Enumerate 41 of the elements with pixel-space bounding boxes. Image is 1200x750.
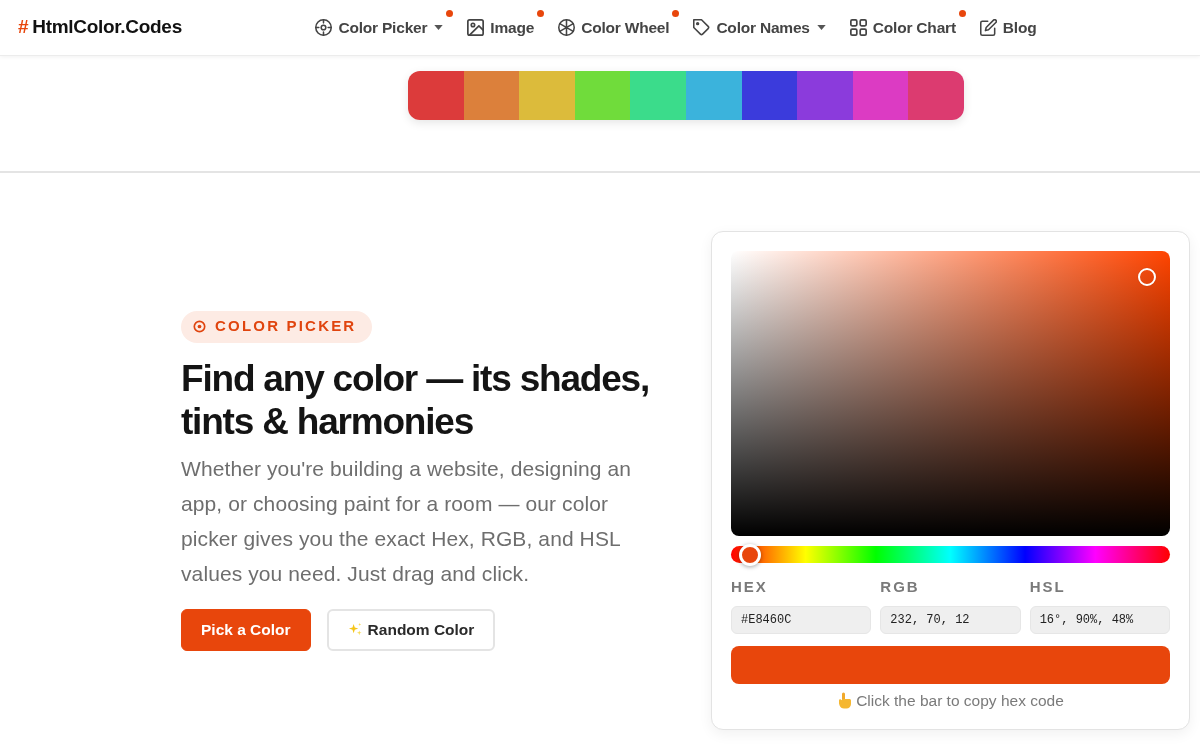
hint-text: Click the bar to copy hex code xyxy=(856,691,1064,711)
color-swatch[interactable] xyxy=(908,71,964,120)
color-swatch[interactable] xyxy=(797,71,853,120)
tag-icon xyxy=(693,19,711,36)
value-field[interactable]: 232, 70, 12 xyxy=(880,606,1021,634)
value-field[interactable]: 16°, 90%, 48% xyxy=(1029,606,1170,634)
site-logo[interactable]: # HtmlColor.Codes xyxy=(18,13,182,42)
nav-link[interactable]: Color Picker xyxy=(315,5,456,50)
nav-link[interactable]: Color Chart xyxy=(849,5,968,50)
field-label: RGB xyxy=(880,578,920,596)
hero-heading: Find any color — its shades, tints & harmonies xyxy=(181,356,651,443)
color-swatch[interactable] xyxy=(630,71,686,120)
field-label: HEX xyxy=(731,578,768,596)
nav-link[interactable]: Color Wheel xyxy=(558,5,682,50)
field-label: HSL xyxy=(1029,578,1066,596)
color-swatch[interactable] xyxy=(408,71,464,120)
color-swatch[interactable] xyxy=(852,71,909,120)
saturation-panel[interactable] xyxy=(731,251,1170,536)
slider-thumb[interactable] xyxy=(739,543,762,566)
pointing-hand-icon xyxy=(837,692,852,710)
edit-icon xyxy=(979,19,997,36)
color-swatch[interactable] xyxy=(463,71,520,120)
random-color-button[interactable]: Random Color xyxy=(326,608,496,651)
hue-slider[interactable] xyxy=(731,546,1170,563)
value-field[interactable]: #E8460C xyxy=(731,606,872,634)
picker-handle[interactable] xyxy=(1138,267,1157,286)
image-icon xyxy=(467,19,485,36)
color-preview-bar[interactable] xyxy=(731,646,1170,684)
nav-link[interactable]: Color Names xyxy=(693,5,838,50)
crosshair-icon xyxy=(315,19,333,36)
pick-color-button[interactable]: Pick a Color xyxy=(181,608,311,651)
color-swatch[interactable] xyxy=(519,71,575,120)
wheel-icon xyxy=(558,19,576,36)
nav-link[interactable]: Blog xyxy=(979,5,1049,50)
nav-link[interactable]: Image xyxy=(467,5,547,50)
category-badge: COLOR PICKER xyxy=(181,310,373,343)
hero-description: Whether you're building a website, designing an app, or choosing paint for a room — our color picker gives you the exact Hex, RGB, and HSL values you need. Just drag and click. xyxy=(181,455,632,587)
grid-icon xyxy=(849,19,867,36)
color-swatch[interactable] xyxy=(686,71,742,120)
color-swatch[interactable] xyxy=(741,71,798,120)
color-swatch[interactable] xyxy=(574,71,631,120)
